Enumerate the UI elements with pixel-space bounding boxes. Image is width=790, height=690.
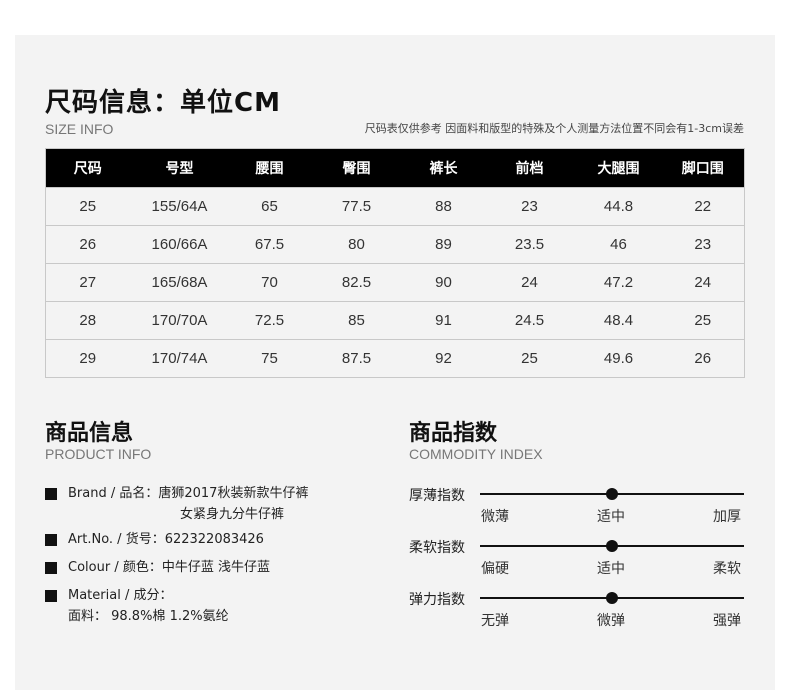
- table-cell: 170/70A: [129, 301, 230, 340]
- table-cell: 170/74A: [129, 339, 230, 378]
- size-disclaimer-note: 尺码表仅供参考 因面料和版型的特殊及个人测量方法位置不同会有1-3cm误差: [364, 122, 744, 135]
- index-tick-low: 偏硬: [481, 561, 509, 577]
- table-cell: 82.5: [309, 263, 404, 302]
- size-info-title: 尺码信息：单位CM: [45, 88, 281, 118]
- table-cell: 88: [403, 187, 484, 226]
- index-label: 厚薄指数: [409, 488, 465, 504]
- table-cell: 47.2: [575, 263, 662, 302]
- index-tick-low: 无弹: [481, 613, 509, 629]
- table-cell: 44.8: [575, 187, 662, 226]
- commodity-index-title: 商品指数: [409, 421, 498, 446]
- table-cell: 23: [661, 225, 745, 264]
- table-cell: 25: [45, 187, 130, 226]
- table-cell: 92: [403, 339, 484, 378]
- table-cell: 89: [403, 225, 484, 264]
- table-cell: 24.5: [483, 301, 576, 340]
- table-cell: 27: [45, 263, 130, 302]
- table-cell: 87.5: [309, 339, 404, 378]
- table-cell: 49.6: [575, 339, 662, 378]
- table-cell: 65: [229, 187, 310, 226]
- brand-line-continuation: 女紧身九分牛仔裤: [180, 507, 285, 522]
- index-tick-mid: 适中: [597, 509, 625, 525]
- table-cell: 46: [575, 225, 662, 264]
- table-cell: 91: [403, 301, 484, 340]
- brand-info: Brand / 品名：唐狮2017秋装新款牛仔裤: [45, 485, 308, 503]
- material-composition: 面料： 98.8%棉 1.2%氨纶: [68, 609, 229, 624]
- table-cell: 26: [45, 225, 130, 264]
- index-tick-mid: 微弹: [597, 613, 625, 629]
- table-cell: 67.5: [229, 225, 310, 264]
- size-table: 尺码 号型 腰围 臀围 裤长 前档 大腿围 脚口围 25 155/64A 65 …: [45, 148, 745, 378]
- index-marker: [606, 540, 618, 552]
- column-header: 号型: [129, 148, 230, 188]
- table-cell: 23.5: [483, 225, 576, 264]
- table-cell: 155/64A: [129, 187, 230, 226]
- table-cell: 48.4: [575, 301, 662, 340]
- table-cell: 25: [661, 301, 745, 340]
- table-cell: 24: [483, 263, 576, 302]
- index-marker: [606, 592, 618, 604]
- column-header: 腰围: [229, 148, 310, 188]
- table-header-row: 尺码 号型 腰围 臀围 裤长 前档 大腿围 脚口围: [45, 148, 745, 188]
- table-cell: 28: [45, 301, 130, 340]
- column-header: 脚口围: [661, 148, 745, 188]
- brand-line: Brand / 品名：唐狮2017秋装新款牛仔裤: [68, 486, 309, 501]
- column-header: 臀围: [309, 148, 404, 188]
- table-cell: 72.5: [229, 301, 310, 340]
- table-cell: 165/68A: [129, 263, 230, 302]
- size-info-subtitle: SIZE INFO: [45, 121, 114, 137]
- table-cell: 25: [483, 339, 576, 378]
- table-row: 29 170/74A 75 87.5 92 25 49.6 26: [45, 339, 745, 378]
- index-tick-high: 柔软: [713, 561, 741, 577]
- index-marker: [606, 488, 618, 500]
- table-cell: 24: [661, 263, 745, 302]
- colour-info: Colour / 颜色：中牛仔蓝 浅牛仔蓝: [45, 559, 270, 577]
- index-label: 柔软指数: [409, 540, 465, 556]
- product-info-title: 商品信息: [45, 421, 134, 446]
- table-cell: 160/66A: [129, 225, 230, 264]
- column-header: 前档: [483, 148, 576, 188]
- column-header: 尺码: [45, 148, 130, 188]
- bullet-square-icon: [45, 488, 57, 500]
- index-tick-low: 微薄: [481, 509, 509, 525]
- table-cell: 77.5: [309, 187, 404, 226]
- index-tick-high: 强弹: [713, 613, 741, 629]
- table-cell: 26: [661, 339, 745, 378]
- table-row: 25 155/64A 65 77.5 88 23 44.8 22: [45, 187, 745, 226]
- colour-line: Colour / 颜色：中牛仔蓝 浅牛仔蓝: [68, 560, 270, 575]
- index-tick-mid: 适中: [597, 561, 625, 577]
- table-cell: 75: [229, 339, 310, 378]
- table-row: 28 170/70A 72.5 85 91 24.5 48.4 25: [45, 301, 745, 340]
- artno-info: Art.No. / 货号：622322083426: [45, 531, 264, 549]
- bullet-square-icon: [45, 534, 57, 546]
- table-cell: 22: [661, 187, 745, 226]
- table-cell: 29: [45, 339, 130, 378]
- column-header: 大腿围: [575, 148, 662, 188]
- index-tick-high: 加厚: [713, 509, 741, 525]
- table-cell: 70: [229, 263, 310, 302]
- column-header: 裤长: [403, 148, 484, 188]
- bullet-square-icon: [45, 562, 57, 574]
- index-label: 弹力指数: [409, 592, 465, 608]
- table-cell: 80: [309, 225, 404, 264]
- table-row: 27 165/68A 70 82.5 90 24 47.2 24: [45, 263, 745, 302]
- product-info-subtitle: PRODUCT INFO: [45, 446, 152, 462]
- table-row: 26 160/66A 67.5 80 89 23.5 46 23: [45, 225, 745, 264]
- commodity-index-subtitle: COMMODITY INDEX: [409, 446, 543, 462]
- bullet-square-icon: [45, 590, 57, 602]
- table-cell: 85: [309, 301, 404, 340]
- table-cell: 23: [483, 187, 576, 226]
- material-info: Material / 成分：: [45, 587, 172, 605]
- artno-line: Art.No. / 货号：622322083426: [68, 532, 264, 547]
- material-line: Material / 成分：: [68, 588, 173, 603]
- table-cell: 90: [403, 263, 484, 302]
